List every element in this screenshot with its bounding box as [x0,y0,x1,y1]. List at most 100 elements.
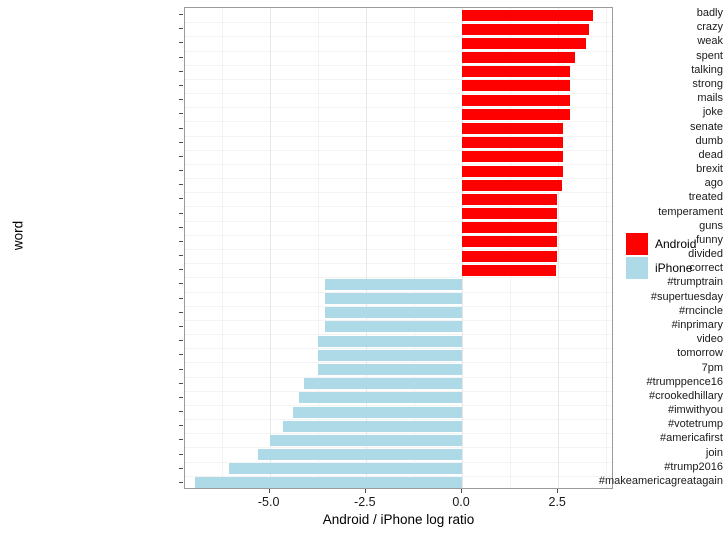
y-tick-mark [179,42,183,44]
bar [462,250,557,262]
y-tick-label: #trumppence16 [646,375,723,388]
y-tick-mark [179,340,183,342]
y-tick-mark [179,84,183,86]
bar [258,449,462,461]
y-tick-mark [179,325,183,327]
y-tick-label: tomorrow [677,347,723,360]
y-tick-label: brexit [696,163,723,176]
legend: Android iPhone [626,232,696,280]
y-tick-mark [179,269,183,271]
y-tick-label: badly [696,7,723,20]
y-tick-mark [179,481,183,483]
gridline-major [269,8,271,488]
bar [229,463,462,475]
x-tick-mark [268,489,270,493]
bar [325,321,462,333]
y-tick-label: #imwithyou [667,404,723,417]
x-tick-mark [364,489,366,493]
y-tick-label: #supertuesday [650,290,723,303]
bar [462,264,557,276]
y-tick-mark [179,155,183,157]
y-tick-mark [179,411,183,413]
y-tick-mark [179,453,183,455]
y-tick-mark [179,198,183,200]
y-tick-label: senate [689,120,723,133]
legend-swatch [626,257,648,279]
y-tick-label: spent [696,49,723,62]
bar [292,406,462,418]
y-tick-mark [179,170,183,172]
y-tick-mark [179,226,183,228]
x-axis-title: Android / iPhone log ratio [322,512,475,527]
legend-item: iPhone [626,256,696,280]
y-tick-mark [179,354,183,356]
bar [283,420,463,432]
y-tick-mark [179,14,183,16]
y-tick-label: #crookedhillary [649,389,723,402]
y-tick-label: dumb [695,134,723,147]
y-tick-mark [179,141,183,143]
y-tick-label: dead [698,148,723,161]
y-tick-label: crazy [696,21,723,34]
y-tick-mark [179,255,183,257]
y-tick-label: mails [697,92,723,105]
x-tick-mark [557,489,559,493]
x-tick-label: 0.0 [452,495,470,509]
y-tick-mark [179,99,183,101]
y-tick-mark [179,212,183,214]
x-tick-label: 2.5 [548,495,566,509]
bar [317,335,463,347]
bar [194,477,462,488]
y-tick-label: temperament [658,205,723,218]
bar [462,236,557,248]
y-tick-mark [179,396,183,398]
y-tick-label: guns [699,219,723,232]
y-tick-mark [179,382,183,384]
y-tick-mark [179,425,183,427]
y-tick-mark [179,368,183,370]
bar [317,364,463,375]
bar [462,193,557,205]
bar [304,378,462,390]
y-tick-label: #makeamericagreatagain [598,474,723,487]
y-tick-label: #votetrump [667,418,723,431]
y-tick-mark [179,467,183,469]
y-tick-label: ago [704,177,723,190]
y-tick-mark [179,297,183,299]
y-tick-mark [179,127,183,129]
y-tick-mark [179,439,183,441]
y-tick-label: video [696,333,723,346]
bar [325,293,462,305]
y-tick-label: strong [692,77,723,90]
y-tick-label: #rncincle [678,304,723,317]
x-tick-label: -5.0 [257,495,280,509]
gridline-minor [221,8,223,488]
legend-label: iPhone [655,261,693,275]
y-tick-label: treated [688,191,723,204]
y-tick-label: #trump2016 [664,460,723,473]
bar [317,349,463,361]
bar-chart: word badly crazy weak spent talking strong mai… [0,0,723,537]
bar [462,208,557,220]
bar [462,222,557,234]
y-tick-mark [179,70,183,72]
y-axis-title: word [10,220,26,251]
x-tick-mark [461,489,463,493]
y-tick-mark [179,311,183,313]
legend-label: Android [655,237,697,251]
x-tick-label: -2.5 [354,495,376,509]
y-tick-label: talking [691,63,723,76]
y-tick-label: #americafirst [660,432,723,445]
y-tick-label: join [705,446,723,459]
y-tick-mark [179,56,183,58]
bar [269,434,463,446]
y-tick-mark [179,28,183,30]
legend-item: Android [626,232,696,256]
bar [325,278,462,290]
legend-swatch [626,233,648,255]
y-tick-label: weak [697,35,723,48]
y-tick-label: 7pm [701,361,723,374]
y-tick-mark [179,113,183,115]
y-tick-label: joke [702,106,723,119]
y-tick-mark [179,283,183,285]
